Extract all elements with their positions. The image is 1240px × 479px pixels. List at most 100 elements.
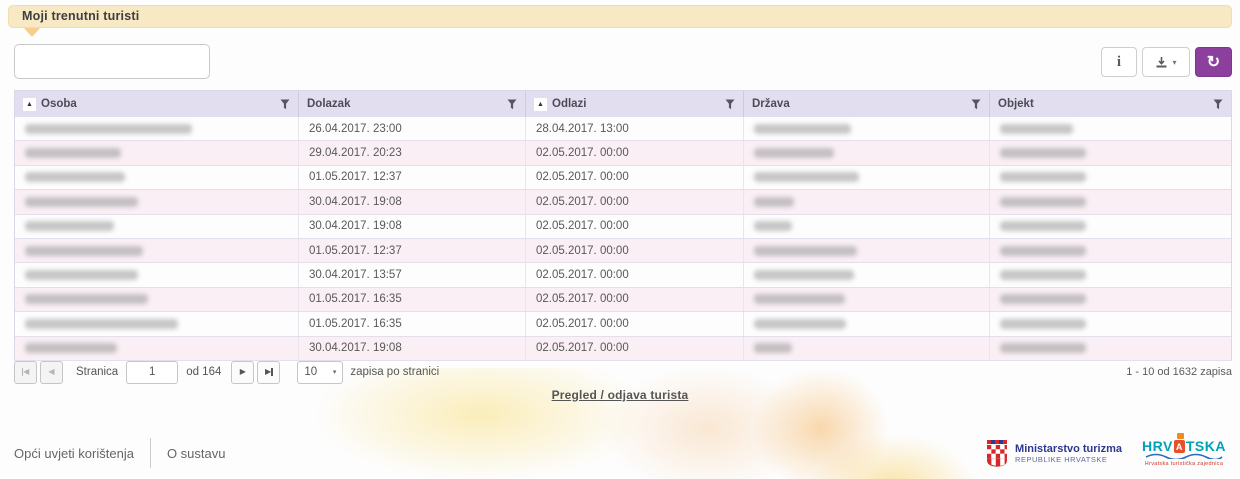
refresh-button[interactable]: ↻ <box>1195 47 1232 77</box>
cell-drzava <box>744 312 990 335</box>
cell-osoba <box>15 117 299 140</box>
cell-objekt <box>990 215 1231 238</box>
cell-drzava <box>744 166 990 189</box>
first-page-button[interactable]: ◀ <box>14 361 37 384</box>
column-header-dolazak[interactable]: Dolazak <box>299 91 526 117</box>
cell-odlazi: 02.05.2017. 00:00 <box>526 263 744 286</box>
previous-page-button[interactable]: ◀ <box>40 361 63 384</box>
table-row: 26.04.2017. 23:00 28.04.2017. 13:00 <box>15 117 1231 141</box>
redacted-object-link[interactable] <box>1000 270 1086 280</box>
redacted-person-link[interactable] <box>25 319 178 329</box>
cell-odlazi: 02.05.2017. 00:00 <box>526 166 744 189</box>
cell-odlazi: 02.05.2017. 00:00 <box>526 141 744 164</box>
search-input[interactable] <box>14 44 210 79</box>
cell-dolazak: 26.04.2017. 23:00 <box>299 117 526 140</box>
sort-asc-icon: ▲ <box>534 98 547 111</box>
table-row: 30.04.2017. 19:08 02.05.2017. 00:00 <box>15 337 1231 361</box>
filter-icon[interactable] <box>971 99 981 110</box>
redacted-object-link[interactable] <box>1000 319 1086 329</box>
page-size-value: 10 <box>304 366 317 378</box>
cell-dolazak: 01.05.2017. 12:37 <box>299 239 526 262</box>
page-size-label: zapisa po stranici <box>350 366 439 378</box>
column-header-objekt[interactable]: Objekt <box>990 91 1231 117</box>
about-system-link[interactable]: O sustavu <box>167 446 226 461</box>
next-page-button[interactable]: ▶ <box>231 361 254 384</box>
cell-drzava <box>744 239 990 262</box>
cell-drzava <box>744 190 990 213</box>
redacted-person-link[interactable] <box>25 294 148 304</box>
table-row: 01.05.2017. 16:35 02.05.2017. 00:00 <box>15 312 1231 336</box>
first-page-icon: ◀ <box>23 368 29 376</box>
redacted-person-link[interactable] <box>25 148 121 158</box>
table-row: 30.04.2017. 19:08 02.05.2017. 00:00 <box>15 190 1231 214</box>
column-label: Dolazak <box>307 98 502 110</box>
cell-osoba <box>15 166 299 189</box>
cell-osoba <box>15 239 299 262</box>
footer-logos: Ministarstvo turizma REPUBLIKE HRVATSKE … <box>985 439 1240 467</box>
redacted-country <box>754 221 792 231</box>
column-header-odlazi[interactable]: ▲ Odlazi <box>526 91 744 117</box>
redacted-object-link[interactable] <box>1000 197 1086 207</box>
filter-icon[interactable] <box>280 99 290 110</box>
filter-icon[interactable] <box>725 99 735 110</box>
cell-osoba <box>15 141 299 164</box>
redacted-object-link[interactable] <box>1000 246 1086 256</box>
last-page-button[interactable]: ▶ <box>257 361 280 384</box>
terms-of-use-link[interactable]: Opći uvjeti korištenja <box>14 446 134 461</box>
download-icon <box>1155 56 1168 69</box>
redacted-object-link[interactable] <box>1000 124 1073 134</box>
cell-objekt <box>990 337 1231 360</box>
redacted-person-link[interactable] <box>25 246 143 256</box>
column-header-osoba[interactable]: ▲ Osoba <box>15 91 299 117</box>
page-number-input[interactable] <box>126 361 178 384</box>
redacted-object-link[interactable] <box>1000 148 1086 158</box>
ministry-name: Ministarstvo turizma <box>1015 443 1122 455</box>
redacted-country <box>754 124 851 134</box>
redacted-person-link[interactable] <box>25 343 117 353</box>
refresh-icon: ↻ <box>1207 52 1220 72</box>
htz-text-start: HRV <box>1142 439 1173 453</box>
redacted-person-link[interactable] <box>25 221 114 231</box>
redacted-person-link[interactable] <box>25 172 125 182</box>
croatia-tourist-board-logo: HRV A TSKA Hrvatska turistička zajednica <box>1142 439 1226 467</box>
info-button[interactable]: i <box>1101 47 1137 77</box>
cell-dolazak: 01.05.2017. 16:35 <box>299 288 526 311</box>
redacted-object-link[interactable] <box>1000 221 1086 231</box>
cell-osoba <box>15 263 299 286</box>
pagination-bar: ◀ ◀ Stranica od 164 ▶ ▶ 10 ▾ zapisa po s… <box>14 359 1232 385</box>
redacted-country <box>754 270 854 280</box>
tourists-table: ▲ Osoba Dolazak ▲ Odlazi Država Objekt <box>14 90 1232 361</box>
export-button[interactable]: ▾ <box>1142 47 1190 77</box>
redacted-person-link[interactable] <box>25 197 138 207</box>
cell-osoba <box>15 312 299 335</box>
table-row: 30.04.2017. 13:57 02.05.2017. 00:00 <box>15 263 1231 287</box>
cell-dolazak: 30.04.2017. 19:08 <box>299 337 526 360</box>
filter-icon[interactable] <box>507 99 517 110</box>
htz-wordmark: HRV A TSKA <box>1142 439 1226 453</box>
cell-drzava <box>744 141 990 164</box>
redacted-person-link[interactable] <box>25 270 138 280</box>
redacted-object-link[interactable] <box>1000 172 1086 182</box>
cell-objekt <box>990 288 1231 311</box>
toolbar-actions: i ▾ ↻ <box>1101 47 1232 77</box>
sort-asc-icon: ▲ <box>23 98 36 111</box>
filter-icon[interactable] <box>1213 99 1223 110</box>
cell-dolazak: 29.04.2017. 20:23 <box>299 141 526 164</box>
review-checkout-tourists-link[interactable]: Pregled / odjava turista <box>552 388 689 402</box>
htz-subtext: Hrvatska turistička zajednica <box>1142 461 1226 467</box>
page-size-select[interactable]: 10 ▾ <box>297 361 343 384</box>
table-row: 01.05.2017. 12:37 02.05.2017. 00:00 <box>15 166 1231 190</box>
records-info: 1 - 10 od 1632 zapisa <box>1126 366 1232 378</box>
redacted-object-link[interactable] <box>1000 294 1086 304</box>
redacted-object-link[interactable] <box>1000 343 1086 353</box>
redacted-country <box>754 197 794 207</box>
htz-text-end: TSKA <box>1186 439 1226 453</box>
previous-page-icon: ◀ <box>48 368 54 376</box>
cell-odlazi: 02.05.2017. 00:00 <box>526 190 744 213</box>
cell-dolazak: 01.05.2017. 16:35 <box>299 312 526 335</box>
column-label: Država <box>752 98 966 110</box>
column-label: Objekt <box>998 98 1208 110</box>
column-header-drzava[interactable]: Država <box>744 91 990 117</box>
table-row: 01.05.2017. 16:35 02.05.2017. 00:00 <box>15 288 1231 312</box>
redacted-person-link[interactable] <box>25 124 192 134</box>
